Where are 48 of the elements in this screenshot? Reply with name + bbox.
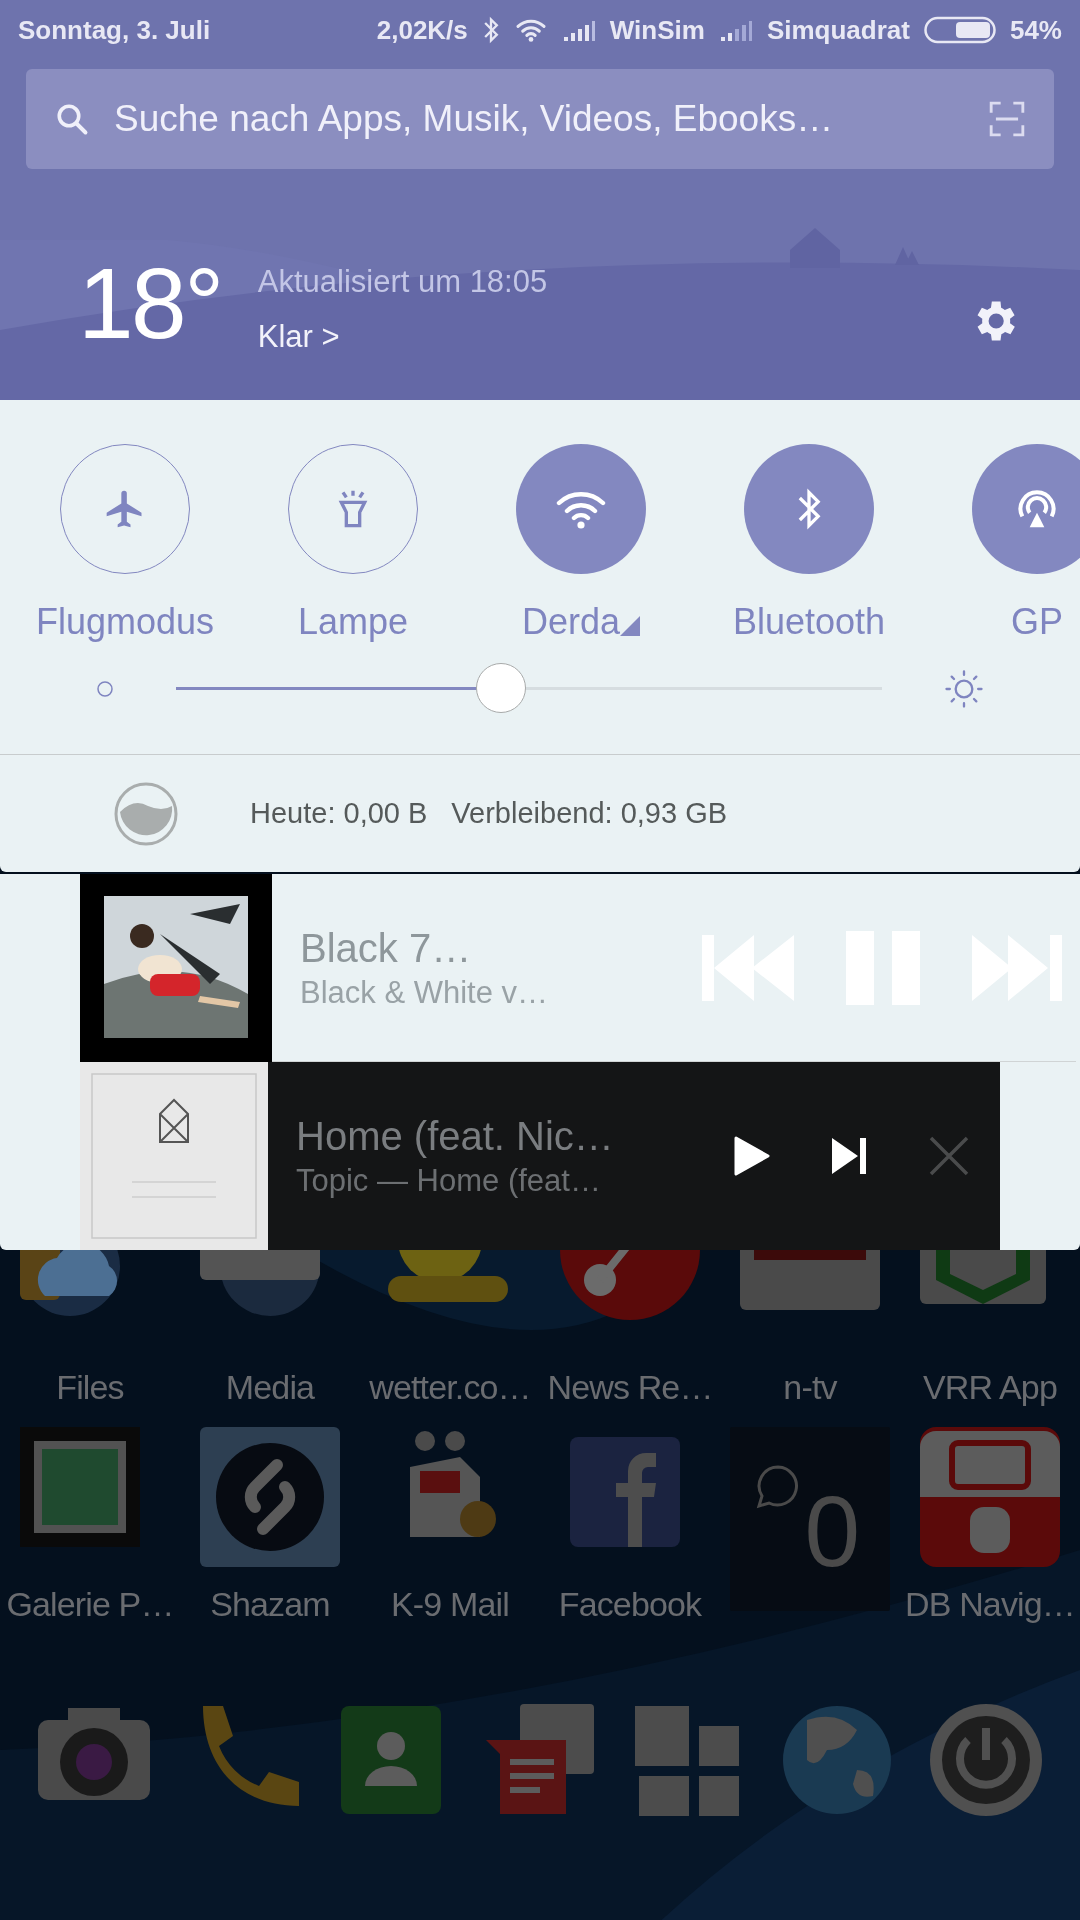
data-today: Heute: 0,00 B	[250, 795, 428, 831]
carrier-name: WinSim	[609, 13, 705, 47]
toggle-label: GP	[1011, 600, 1063, 644]
battery-percent: 54%	[1009, 13, 1062, 47]
slider-thumb[interactable]	[475, 663, 526, 713]
toggle-label: Lampe	[297, 600, 409, 644]
app-label[interactable]: wetter.co…	[369, 1362, 531, 1413]
app-label[interactable]: News Re…	[547, 1362, 713, 1413]
battery-icon	[923, 16, 996, 44]
brightness-low-icon	[96, 680, 114, 698]
data-remaining: Verbleibend: 0,93 GB	[451, 795, 728, 831]
wifi-icon	[513, 17, 548, 43]
carrier-name: Simquadrat	[766, 13, 910, 47]
track-subtitle: Topic — Home (feat…	[296, 1162, 601, 1200]
toggle-label: Bluetooth	[732, 600, 886, 644]
app-label[interactable]: Files	[56, 1362, 124, 1413]
weather-condition[interactable]: Klar >	[257, 313, 548, 360]
track-title: Home (feat. Nic…	[296, 1113, 614, 1160]
unread-count: 0	[804, 1481, 860, 1581]
toggle-label: Flugmodus	[35, 600, 215, 644]
app-label[interactable]: DB Navig…	[905, 1579, 1075, 1630]
app-label[interactable]: Galerie P…	[6, 1579, 174, 1630]
shazam-icon[interactable]	[200, 1427, 340, 1567]
train-icon[interactable]	[920, 1427, 1060, 1567]
next-icon[interactable]	[830, 1136, 868, 1176]
chat-widget[interactable]: 0	[730, 1427, 890, 1611]
network-speed: 2,02K/s	[376, 13, 468, 47]
scan-icon[interactable]	[988, 100, 1026, 138]
search-icon	[54, 101, 90, 137]
data-usage-icon	[114, 781, 178, 846]
status-date: Sonntag, 3. Juli	[18, 13, 211, 47]
toggle-label: Derda	[521, 600, 621, 644]
app-label[interactable]: n-tv	[783, 1362, 837, 1413]
search-field[interactable]: Suche nach Apps, Musik, Videos, Ebooks…	[114, 91, 964, 147]
track-title: Black 7…	[300, 924, 472, 972]
app-label[interactable]: Shazam	[210, 1579, 330, 1630]
signal-corner-icon	[620, 616, 641, 636]
close-icon[interactable]	[928, 1135, 970, 1177]
app-label[interactable]: K-9 Mail	[391, 1579, 509, 1630]
play-icon[interactable]	[734, 1136, 770, 1176]
weather-updated: Aktualisiert um 18:05	[257, 263, 548, 301]
track-subtitle: Black & White v…	[300, 973, 549, 1012]
search-bar[interactable]: Suche nach Apps, Musik, Videos, Ebooks…	[26, 69, 1054, 169]
temperature: 18°	[78, 253, 222, 353]
brightness-high-icon	[944, 669, 984, 709]
app-label[interactable]: Facebook	[558, 1579, 702, 1630]
app-label[interactable]: Media	[225, 1362, 315, 1413]
app-label[interactable]: VRR App	[923, 1362, 1057, 1413]
